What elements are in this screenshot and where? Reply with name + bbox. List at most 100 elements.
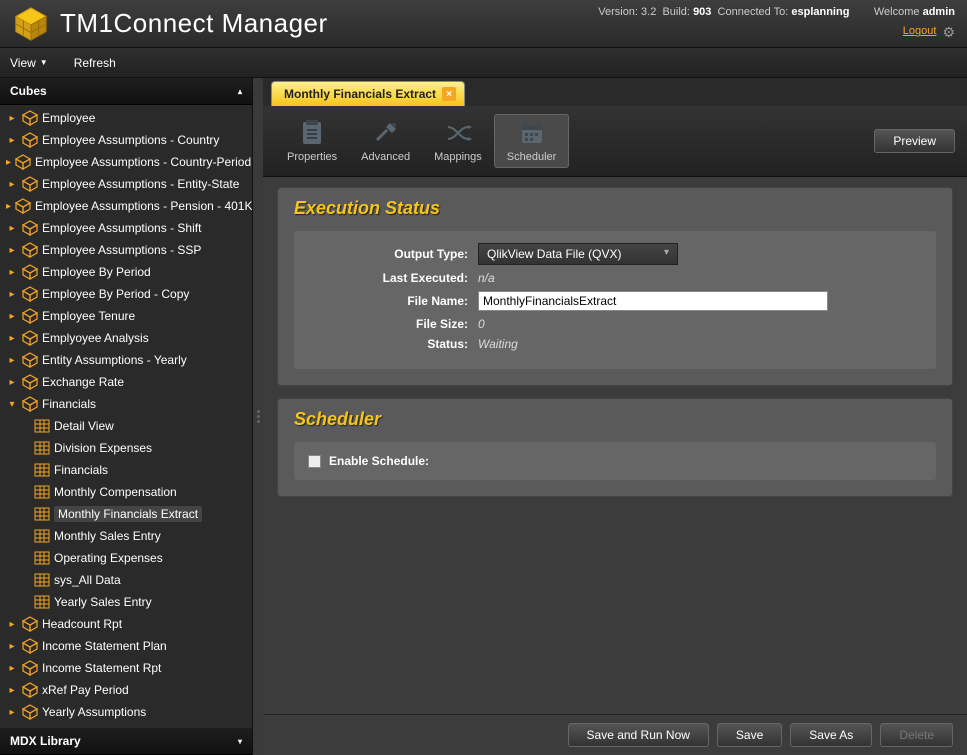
tree-caret-icon[interactable]: ▸ xyxy=(6,157,11,168)
tree-item-cube[interactable]: ▸ Income Statement Plan xyxy=(0,635,252,657)
tree-item-cube[interactable]: ▸ xRef Pay Period xyxy=(0,679,252,701)
tree-caret-icon[interactable]: ▸ xyxy=(6,619,18,630)
tree-label: Monthly Compensation xyxy=(54,485,177,499)
save-as-button[interactable]: Save As xyxy=(790,723,872,747)
toolbar-scheduler-label: Scheduler xyxy=(507,151,557,163)
content-area: Execution Status Output Type: QlikView D… xyxy=(263,177,967,714)
tree-item-cube[interactable]: ▸Exchange Rate xyxy=(0,371,252,393)
tree-label: Division Expenses xyxy=(54,441,152,455)
tree-caret-icon[interactable]: ▸ xyxy=(6,311,18,322)
tabbar: Monthly Financials Extract × xyxy=(263,78,967,106)
tree-label: Income Statement Plan xyxy=(42,639,167,653)
tree-item-cube[interactable]: ▸Yearly Assumptions xyxy=(0,701,252,723)
app-logo-icon xyxy=(12,5,50,43)
logout-link[interactable]: Logout xyxy=(903,23,937,41)
tree-item-view[interactable]: Detail View xyxy=(0,415,252,437)
toolbar-properties-label: Properties xyxy=(287,151,337,163)
tree-label: Employee xyxy=(42,111,95,125)
save-button[interactable]: Save xyxy=(717,723,782,747)
app-title: TM1Connect Manager xyxy=(60,8,328,39)
mappings-icon xyxy=(444,119,472,147)
tree-label: Employee Assumptions - Entity-State xyxy=(42,177,239,191)
tree-caret-icon[interactable]: ▸ xyxy=(6,355,18,366)
tree-item-cube[interactable]: ▸Employee Assumptions - SSP xyxy=(0,239,252,261)
tree-item-cube[interactable]: ▸Employee Assumptions - Shift xyxy=(0,217,252,239)
tree-label: Employee Assumptions - Pension - 401K xyxy=(35,199,252,213)
tree-item-view[interactable]: Operating Expenses xyxy=(0,547,252,569)
tree-label: Employee Assumptions - Country-Period xyxy=(35,155,251,169)
toolbar-advanced[interactable]: Advanced xyxy=(349,115,422,167)
tree-item-cube[interactable]: ▸ Employee By Period xyxy=(0,261,252,283)
menu-refresh[interactable]: Refresh xyxy=(74,56,116,70)
save-and-run-button[interactable]: Save and Run Now xyxy=(568,723,709,747)
tab-active[interactable]: Monthly Financials Extract × xyxy=(271,81,465,106)
sched-title: Scheduler xyxy=(294,409,936,430)
tree-label: Employee Assumptions - Country xyxy=(42,133,219,147)
file-name-input[interactable] xyxy=(478,291,828,311)
toolbar-advanced-label: Advanced xyxy=(361,151,410,163)
exec-title: Execution Status xyxy=(294,198,936,219)
tree-label: xRef Pay Period xyxy=(42,683,129,697)
toolbar-mappings[interactable]: Mappings xyxy=(422,115,494,167)
menu-view[interactable]: View ▼ xyxy=(10,56,48,70)
tree-item-cube[interactable]: ▸ Employee By Period - Copy xyxy=(0,283,252,305)
tree-item-cube[interactable]: ▸ Employee Assumptions - Entity-State xyxy=(0,173,252,195)
tree-item-view[interactable]: Monthly Compensation xyxy=(0,481,252,503)
status-value: Waiting xyxy=(478,337,518,351)
tree-item-view[interactable]: Financials xyxy=(0,459,252,481)
toolbar-properties[interactable]: Properties xyxy=(275,115,349,167)
output-type-select[interactable]: QlikView Data File (QVX) xyxy=(478,243,678,265)
tree-label: Employee By Period xyxy=(42,265,151,279)
tree-caret-icon[interactable]: ▸ xyxy=(6,663,18,674)
tree-item-cube[interactable]: ▸ Employee Assumptions - Country-Period xyxy=(0,151,252,173)
menu-view-label: View xyxy=(10,56,36,70)
tree-caret-icon[interactable]: ▸ xyxy=(6,113,18,124)
tree-item-view[interactable]: Yearly Sales Entry xyxy=(0,591,252,613)
tree-item-view[interactable]: Monthly Financials Extract xyxy=(0,503,252,525)
tree-label: sys_All Data xyxy=(54,573,121,587)
tree-caret-icon[interactable]: ▸ xyxy=(6,201,11,212)
tree-caret-icon[interactable]: ▾ xyxy=(6,399,18,410)
panel-header-cubes[interactable]: Cubes ▴ xyxy=(0,78,252,105)
tree-caret-icon[interactable]: ▸ xyxy=(6,707,18,718)
tree-caret-icon[interactable]: ▸ xyxy=(6,245,18,256)
splitter-handle[interactable] xyxy=(253,78,263,755)
preview-button[interactable]: Preview xyxy=(874,129,955,153)
tree-caret-icon[interactable]: ▸ xyxy=(6,179,18,190)
cubes-tree[interactable]: ▸ Employee ▸ Employee Assumptions - Country… xyxy=(0,105,252,728)
tree-item-cube[interactable]: ▸Income Statement Rpt xyxy=(0,657,252,679)
toolbar-scheduler[interactable]: Scheduler xyxy=(494,114,570,168)
delete-button[interactable]: Delete xyxy=(880,723,953,747)
panel-header-mdx[interactable]: MDX Library ▾ xyxy=(0,728,252,755)
tree-label: Employee By Period - Copy xyxy=(42,287,189,301)
properties-icon xyxy=(298,119,326,147)
tree-item-view[interactable]: sys_All Data xyxy=(0,569,252,591)
tree-caret-icon[interactable]: ▸ xyxy=(6,685,18,696)
tree-item-view[interactable]: Division Expenses xyxy=(0,437,252,459)
tree-item-cube[interactable]: ▸ Employee xyxy=(0,107,252,129)
tree-item-cube[interactable]: ▸Employee Tenure xyxy=(0,305,252,327)
tree-item-cube[interactable]: ▸ Employee Assumptions - Pension - 401K xyxy=(0,195,252,217)
tab-close-icon[interactable]: × xyxy=(442,87,456,101)
tree-item-cube[interactable]: ▸Emplyoyee Analysis xyxy=(0,327,252,349)
tree-caret-icon[interactable]: ▸ xyxy=(6,377,18,388)
header-info: Version: 3.2 Build: 903 Connected To: es… xyxy=(598,4,955,22)
gear-icon[interactable]: ⚙ xyxy=(942,21,955,43)
tree-caret-icon[interactable]: ▸ xyxy=(6,289,18,300)
tab-title: Monthly Financials Extract xyxy=(284,87,436,101)
tree-item-cube[interactable]: ▾Financials xyxy=(0,393,252,415)
last-exec-value: n/a xyxy=(478,271,495,285)
tree-item-cube[interactable]: ▸ Employee Assumptions - Country xyxy=(0,129,252,151)
tree-caret-icon[interactable]: ▸ xyxy=(6,267,18,278)
tree-caret-icon[interactable]: ▸ xyxy=(6,135,18,146)
enable-schedule-label: Enable Schedule: xyxy=(329,454,429,468)
tree-item-cube[interactable]: ▸Headcount Rpt xyxy=(0,613,252,635)
tree-caret-icon[interactable]: ▸ xyxy=(6,333,18,344)
tree-item-view[interactable]: Monthly Sales Entry xyxy=(0,525,252,547)
tree-caret-icon[interactable]: ▸ xyxy=(6,223,18,234)
cubes-header-label: Cubes xyxy=(10,84,47,98)
tree-caret-icon[interactable]: ▸ xyxy=(6,641,18,652)
enable-schedule-checkbox[interactable] xyxy=(308,455,321,468)
mdx-header-label: MDX Library xyxy=(10,734,81,748)
tree-item-cube[interactable]: ▸Entity Assumptions - Yearly xyxy=(0,349,252,371)
